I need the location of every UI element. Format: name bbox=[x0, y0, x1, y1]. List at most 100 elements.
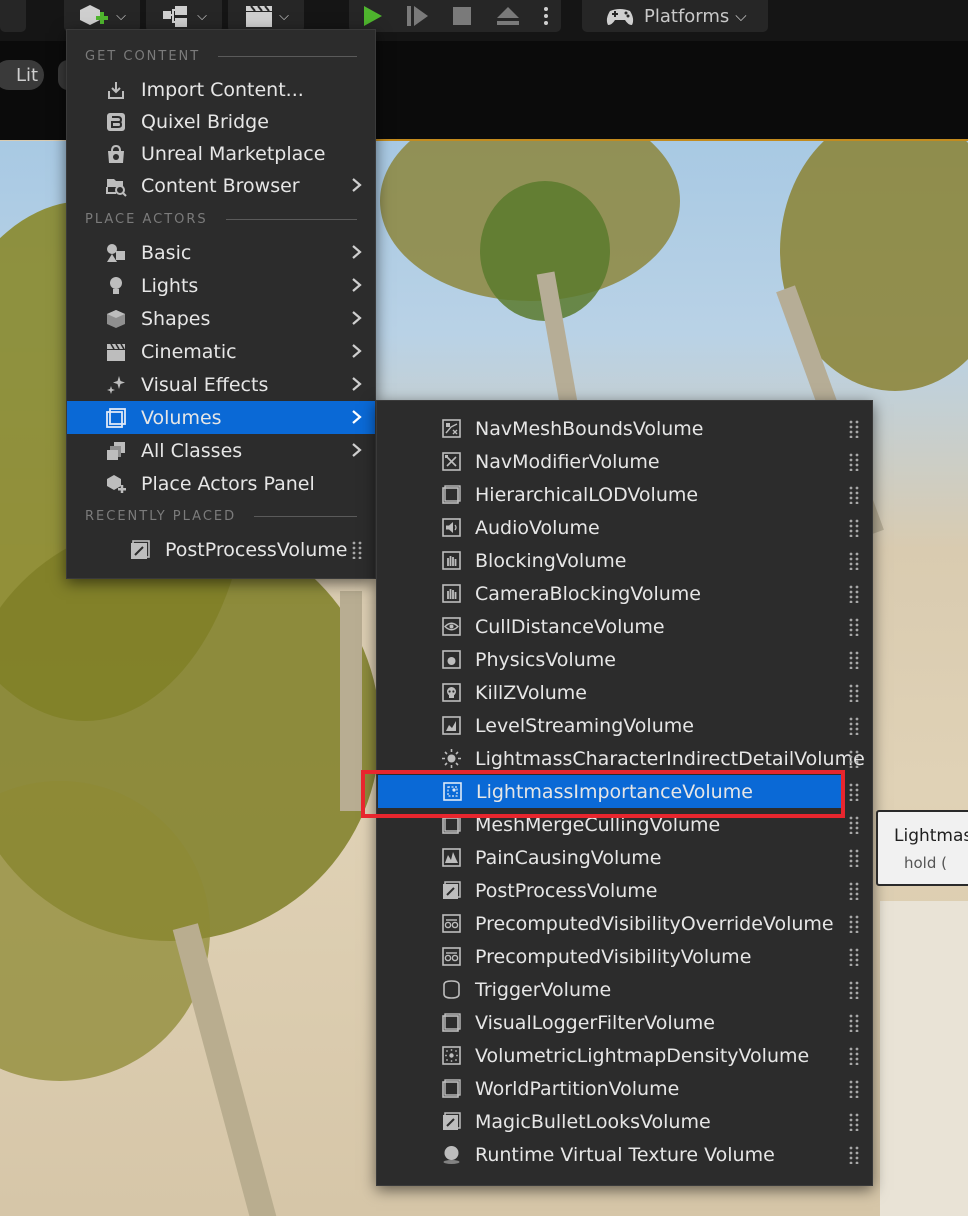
clapperboard-icon bbox=[246, 5, 273, 27]
menu-item-volumes[interactable]: Volumes bbox=[67, 401, 375, 434]
physics-icon bbox=[442, 650, 461, 669]
bridge-icon bbox=[107, 113, 125, 131]
volume-item-postprocessvolume[interactable]: PostProcessVolume bbox=[377, 874, 872, 907]
trigger-icon bbox=[443, 980, 460, 999]
drag-handle-icon[interactable] bbox=[849, 849, 859, 867]
volume-item-navmodifiervolume[interactable]: NavModifierVolume bbox=[377, 445, 872, 478]
menu-item-unreal-marketplace[interactable]: Unreal Marketplace bbox=[67, 137, 375, 170]
play-icon[interactable] bbox=[359, 3, 385, 29]
box-volume-icon bbox=[442, 485, 461, 504]
postprocess-icon bbox=[443, 1112, 461, 1130]
volume-item-visualloggerfiltervolume[interactable]: VisualLoggerFilterVolume bbox=[377, 1006, 872, 1039]
volume-item-camerablockingvolume[interactable]: CameraBlockingVolume bbox=[377, 577, 872, 610]
drag-handle-icon[interactable] bbox=[849, 420, 859, 438]
tooltip: Lightmas hold ( bbox=[876, 810, 968, 886]
drag-handle-icon[interactable] bbox=[849, 453, 859, 471]
menu-item-basic[interactable]: Basic bbox=[67, 236, 375, 269]
volume-item-paincausingvolume[interactable]: PainCausingVolume bbox=[377, 841, 872, 874]
drag-handle-icon[interactable] bbox=[849, 1113, 859, 1131]
drag-handle-icon[interactable] bbox=[849, 618, 859, 636]
drag-handle-icon[interactable] bbox=[849, 915, 859, 933]
drag-handle-icon[interactable] bbox=[849, 948, 859, 966]
volume-item-worldpartitionvolume[interactable]: WorldPartitionVolume bbox=[377, 1072, 872, 1105]
volume-item-label: PainCausingVolume bbox=[475, 847, 662, 869]
volume-item-levelstreamingvolume[interactable]: LevelStreamingVolume bbox=[377, 709, 872, 742]
drag-handle-icon[interactable] bbox=[849, 486, 859, 504]
import-icon bbox=[108, 82, 124, 99]
menu-item-lights[interactable]: Lights bbox=[67, 269, 375, 302]
drag-handle-icon[interactable] bbox=[849, 981, 859, 999]
menu-item-visual-effects[interactable]: Visual Effects bbox=[67, 368, 375, 401]
volume-item-navmeshboundsvolume[interactable]: NavMeshBoundsVolume bbox=[377, 412, 872, 445]
blueprint-icon bbox=[163, 6, 188, 27]
cinematics-button[interactable]: ⌵ bbox=[228, 0, 304, 32]
more-options-icon[interactable] bbox=[541, 3, 551, 29]
drag-handle-icon[interactable] bbox=[849, 585, 859, 603]
box-volume-icon bbox=[442, 1013, 461, 1032]
drag-handle-icon[interactable] bbox=[849, 882, 859, 900]
play-controls bbox=[349, 0, 561, 32]
section-header-place-actors: PLACE ACTORS bbox=[85, 209, 357, 229]
drag-handle-icon[interactable] bbox=[849, 552, 859, 570]
highlight-annotation-box bbox=[361, 770, 845, 818]
drag-handle-icon[interactable] bbox=[849, 651, 859, 669]
volume-item-magicbulletlooksvolume[interactable]: MagicBulletLooksVolume bbox=[377, 1105, 872, 1138]
menu-item-label: Import Content... bbox=[141, 78, 304, 101]
volume-item-hierarchicallodvolume[interactable]: HierarchicalLODVolume bbox=[377, 478, 872, 511]
volume-item-killzvolume[interactable]: KillZVolume bbox=[377, 676, 872, 709]
chevron-right-icon bbox=[352, 178, 362, 192]
drag-handle-icon[interactable] bbox=[849, 1047, 859, 1065]
menu-item-import-content[interactable]: Import Content... bbox=[67, 73, 375, 106]
volume-item-precomputedvisibilityvolume[interactable]: PrecomputedVisibilityVolume bbox=[377, 940, 872, 973]
drag-handle-icon[interactable] bbox=[849, 1014, 859, 1032]
step-icon[interactable] bbox=[404, 3, 430, 29]
drag-handle-icon[interactable] bbox=[849, 519, 859, 537]
volume-item-blockingvolume[interactable]: BlockingVolume bbox=[377, 544, 872, 577]
volume-item-triggervolume[interactable]: TriggerVolume bbox=[377, 973, 872, 1006]
volume-item-volumetriclightmapdensityvolume[interactable]: VolumetricLightmapDensityVolume bbox=[377, 1039, 872, 1072]
drag-handle-icon[interactable] bbox=[849, 783, 859, 801]
drag-handle-icon[interactable] bbox=[849, 1080, 859, 1098]
volume-item-culldistancevolume[interactable]: CullDistanceVolume bbox=[377, 610, 872, 643]
viewport-focus-border bbox=[375, 139, 968, 141]
volume-item-label: NavMeshBoundsVolume bbox=[475, 418, 704, 440]
menu-item-quixel-bridge[interactable]: Quixel Bridge bbox=[67, 105, 375, 138]
density-icon bbox=[442, 1046, 461, 1065]
volume-item-label: BlockingVolume bbox=[475, 550, 627, 572]
menu-item-label: Quixel Bridge bbox=[141, 110, 269, 133]
stop-icon[interactable] bbox=[449, 3, 475, 29]
platforms-button[interactable]: Platforms ⌵ bbox=[582, 0, 768, 32]
eject-icon[interactable] bbox=[494, 3, 522, 29]
volume-item-label: PrecomputedVisibilityOverrideVolume bbox=[475, 913, 834, 935]
add-content-menu: GET CONTENT Import Content... Quixel Bri… bbox=[66, 29, 376, 579]
navmesh-icon bbox=[442, 419, 461, 438]
volume-item-precomputedvisibilityoverridevolume[interactable]: PrecomputedVisibilityOverrideVolume bbox=[377, 907, 872, 940]
volume-item-label: WorldPartitionVolume bbox=[475, 1078, 680, 1100]
skull-icon bbox=[442, 683, 461, 702]
drag-handle-icon[interactable] bbox=[352, 541, 362, 559]
add-content-button[interactable]: ⌵ bbox=[64, 0, 140, 32]
menu-item-cinematic[interactable]: Cinematic bbox=[67, 335, 375, 368]
volume-item-runtime-virtual-texture-volume[interactable]: Runtime Virtual Texture Volume bbox=[377, 1138, 872, 1171]
drag-handle-icon[interactable] bbox=[849, 717, 859, 735]
menu-item-content-browser[interactable]: Content Browser bbox=[67, 169, 375, 202]
box-volume-icon bbox=[442, 1079, 461, 1098]
menu-item-shapes[interactable]: Shapes bbox=[67, 302, 375, 335]
menu-item-recent-postprocess-volume[interactable]: PostProcessVolume bbox=[67, 533, 375, 566]
drag-handle-icon[interactable] bbox=[849, 1146, 859, 1164]
volume-item-audiovolume[interactable]: AudioVolume bbox=[377, 511, 872, 544]
blueprint-button[interactable]: ⌵ bbox=[146, 0, 222, 32]
basic-icon bbox=[107, 244, 125, 262]
drag-handle-icon[interactable] bbox=[849, 750, 859, 768]
marketplace-icon bbox=[108, 144, 124, 163]
menu-item-label: Lights bbox=[141, 274, 199, 297]
drag-handle-icon[interactable] bbox=[849, 816, 859, 834]
view-mode-lit-button[interactable]: Lit bbox=[0, 60, 44, 90]
menu-item-place-actors-panel[interactable]: Place Actors Panel bbox=[67, 467, 375, 500]
volume-item-label: CullDistanceVolume bbox=[475, 616, 665, 638]
hand-icon bbox=[442, 551, 461, 570]
drag-handle-icon[interactable] bbox=[849, 684, 859, 702]
volume-item-physicsvolume[interactable]: PhysicsVolume bbox=[377, 643, 872, 676]
speaker-icon bbox=[442, 518, 461, 537]
menu-item-all-classes[interactable]: All Classes bbox=[67, 434, 375, 467]
